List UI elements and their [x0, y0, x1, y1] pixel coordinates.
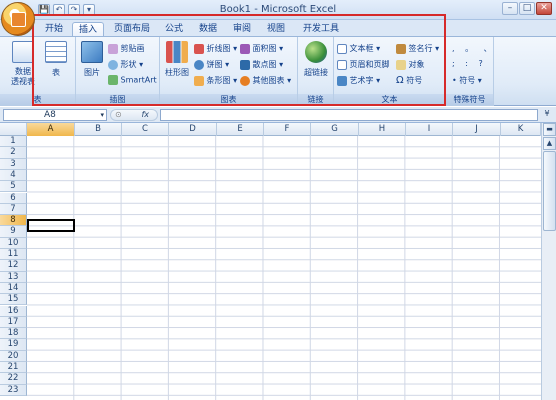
- name-box[interactable]: A8 ▾: [3, 109, 107, 121]
- row-header[interactable]: 4: [0, 169, 27, 182]
- row-header[interactable]: 3: [0, 158, 27, 170]
- row-header[interactable]: 15: [0, 294, 27, 306]
- row-header[interactable]: 14: [0, 282, 27, 295]
- column-header[interactable]: F: [264, 123, 311, 136]
- column-header[interactable]: K: [501, 123, 541, 136]
- name-box-dropdown-icon[interactable]: ▾: [100, 110, 104, 120]
- special-symbols-row2[interactable]: ; : ?: [452, 59, 487, 68]
- column-header[interactable]: H: [359, 123, 406, 136]
- special-symbols-row1[interactable]: , 。 、: [452, 43, 496, 54]
- scroll-thumb[interactable]: [543, 151, 556, 231]
- group-special-symbols: , 。 、 ; : ? • 符号 ▾ 特殊符号: [446, 37, 494, 106]
- special-symbol-dropdown[interactable]: • 符号 ▾: [452, 75, 482, 86]
- active-cell[interactable]: [27, 219, 75, 232]
- row-header[interactable]: 8: [0, 215, 27, 227]
- column-header[interactable]: G: [311, 123, 359, 136]
- row-header[interactable]: 9: [0, 226, 27, 238]
- row-headers: 1 2 3 4 5 6 7 8 9 10 11 12 13 14 15 16 1…: [0, 136, 27, 400]
- row-header[interactable]: 13: [0, 271, 27, 283]
- row-header[interactable]: 23: [0, 384, 27, 396]
- row-header[interactable]: 22: [0, 373, 27, 385]
- row-header[interactable]: 12: [0, 260, 27, 272]
- special-symbol-label: 符号: [459, 76, 476, 85]
- row-header[interactable]: 7: [0, 203, 27, 216]
- minimize-button[interactable]: –: [502, 2, 518, 15]
- column-header[interactable]: C: [122, 123, 169, 136]
- cell-grid[interactable]: [27, 136, 541, 400]
- row-header[interactable]: 16: [0, 305, 27, 317]
- office-logo-icon: [11, 12, 26, 27]
- row-header[interactable]: 1: [0, 136, 27, 148]
- row-header[interactable]: 18: [0, 328, 27, 340]
- row-header[interactable]: 11: [0, 249, 27, 261]
- highlight-box: [32, 14, 446, 106]
- column-header[interactable]: I: [406, 123, 453, 136]
- office-button[interactable]: [1, 2, 35, 36]
- row-header[interactable]: 19: [0, 339, 27, 351]
- row-header[interactable]: 10: [0, 237, 27, 249]
- maximize-button[interactable]: □: [519, 2, 535, 15]
- name-box-value: A8: [44, 110, 56, 120]
- vertical-scrollbar[interactable]: ▬ ▲: [541, 123, 556, 400]
- column-header[interactable]: B: [75, 123, 122, 136]
- fx-button[interactable]: ⊙ fx: [110, 109, 158, 121]
- fx-label: fx: [141, 110, 149, 119]
- row-header[interactable]: 5: [0, 181, 27, 193]
- select-all-corner[interactable]: [0, 123, 27, 136]
- column-header[interactable]: D: [169, 123, 217, 136]
- group-label-special-symbols: 特殊符号: [446, 94, 493, 106]
- formula-bar: A8 ▾ ⊙ fx ¥: [0, 107, 556, 123]
- column-header[interactable]: E: [217, 123, 264, 136]
- expand-formula-icon[interactable]: ¥: [541, 109, 553, 121]
- search-icon: ⊙: [115, 110, 122, 119]
- row-header[interactable]: 21: [0, 362, 27, 374]
- scroll-up-icon[interactable]: ▲: [543, 137, 556, 150]
- split-handle-icon[interactable]: ▬: [543, 123, 556, 136]
- column-headers: A B C D E F G H I J K: [0, 123, 556, 136]
- formula-input[interactable]: [160, 109, 538, 121]
- row-header[interactable]: 20: [0, 350, 27, 362]
- close-button[interactable]: ✕: [536, 2, 552, 15]
- row-header[interactable]: 17: [0, 316, 27, 329]
- column-header[interactable]: J: [453, 123, 501, 136]
- column-header[interactable]: A: [27, 123, 75, 136]
- row-header[interactable]: 2: [0, 147, 27, 159]
- pivot-table-icon: [12, 41, 34, 63]
- row-header[interactable]: 6: [0, 192, 27, 204]
